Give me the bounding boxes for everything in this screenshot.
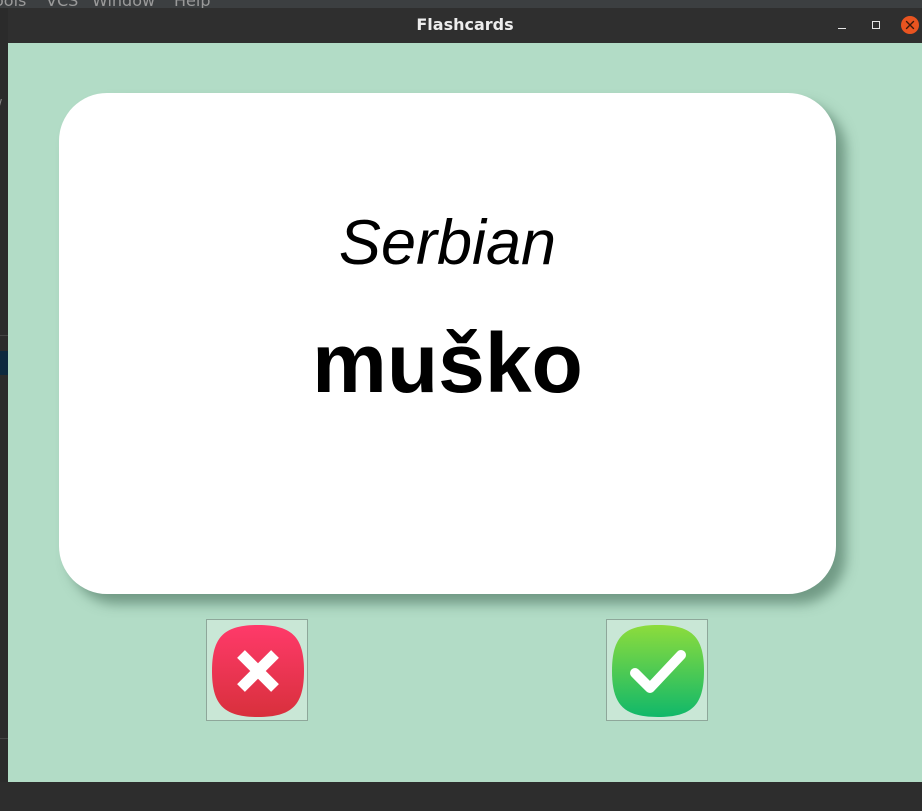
cross-icon: [212, 625, 304, 717]
background-editor-edge: / t: [0, 8, 8, 811]
maximize-icon[interactable]: [868, 17, 884, 33]
minimize-icon[interactable]: [834, 17, 850, 33]
background-menubar: ools VCS Window Help: [0, 0, 922, 8]
wrong-answer-button[interactable]: [206, 619, 308, 721]
flashcard[interactable]: Serbian muško: [59, 93, 836, 594]
background-menu-window: Window: [92, 0, 155, 8]
card-word: muško: [312, 316, 583, 410]
background-menu-tools: ools: [0, 0, 26, 8]
background-menu-help: Help: [174, 0, 210, 8]
checkmark-icon: [612, 625, 704, 717]
flashcards-window: Flashcards Serbian muško: [8, 8, 922, 782]
close-icon[interactable]: [901, 16, 919, 34]
window-titlebar[interactable]: Flashcards: [8, 8, 922, 43]
background-statusbar: [0, 782, 922, 811]
window-title: Flashcards: [416, 15, 514, 34]
card-language: Serbian: [338, 208, 557, 278]
background-menu-vcs: VCS: [46, 0, 78, 8]
correct-answer-button[interactable]: [606, 619, 708, 721]
